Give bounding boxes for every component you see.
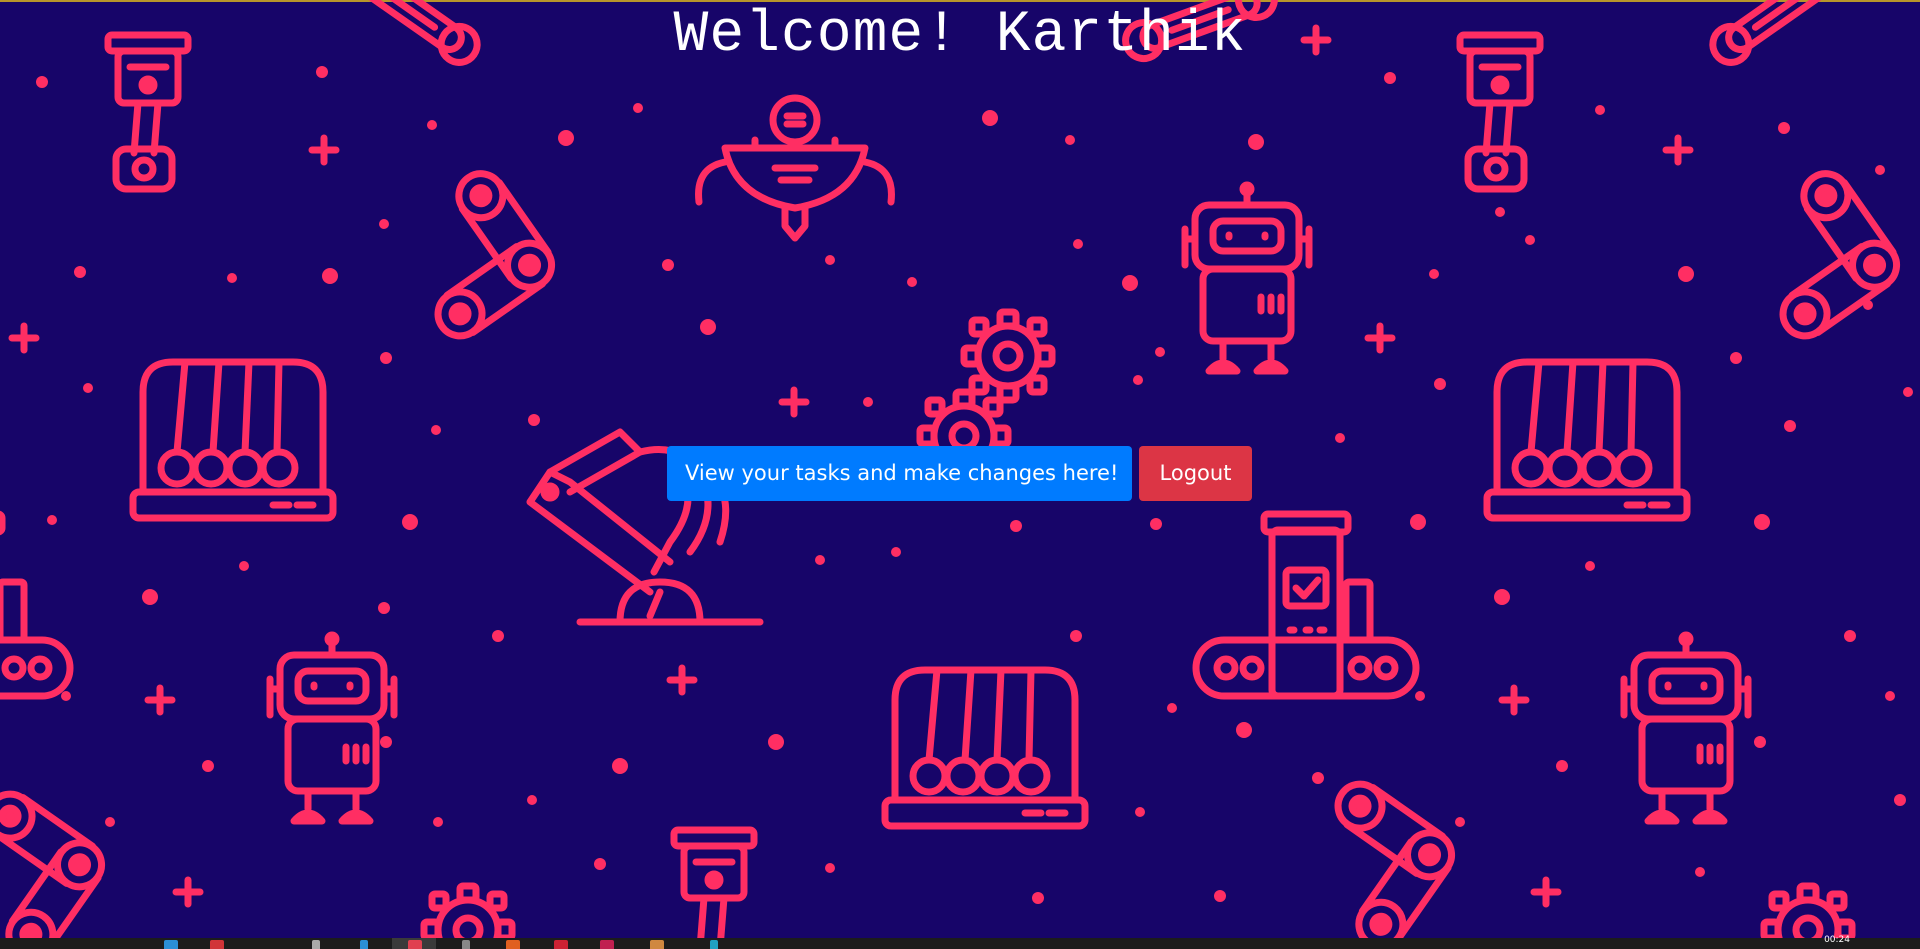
- app-icon[interactable]: [554, 940, 568, 949]
- browser-icon[interactable]: [408, 940, 422, 949]
- search-icon[interactable]: [312, 940, 320, 949]
- action-buttons: View your tasks and make changes here! L…: [667, 446, 1252, 501]
- app-icon[interactable]: [600, 940, 614, 949]
- app-icon[interactable]: [506, 940, 520, 949]
- taskbar-clock[interactable]: 00:24: [1824, 935, 1850, 945]
- view-tasks-button[interactable]: View your tasks and make changes here!: [667, 446, 1132, 501]
- welcome-heading: Welcome! Karthik: [673, 3, 1247, 68]
- logout-button[interactable]: Logout: [1139, 446, 1252, 501]
- app-icon[interactable]: [360, 940, 368, 949]
- app-icon[interactable]: [210, 940, 224, 949]
- app-icon[interactable]: [710, 940, 718, 949]
- os-taskbar: 00:24: [0, 935, 1920, 949]
- app-icon[interactable]: [650, 940, 664, 949]
- browser-icon[interactable]: [164, 940, 178, 949]
- app-icon[interactable]: [462, 940, 470, 949]
